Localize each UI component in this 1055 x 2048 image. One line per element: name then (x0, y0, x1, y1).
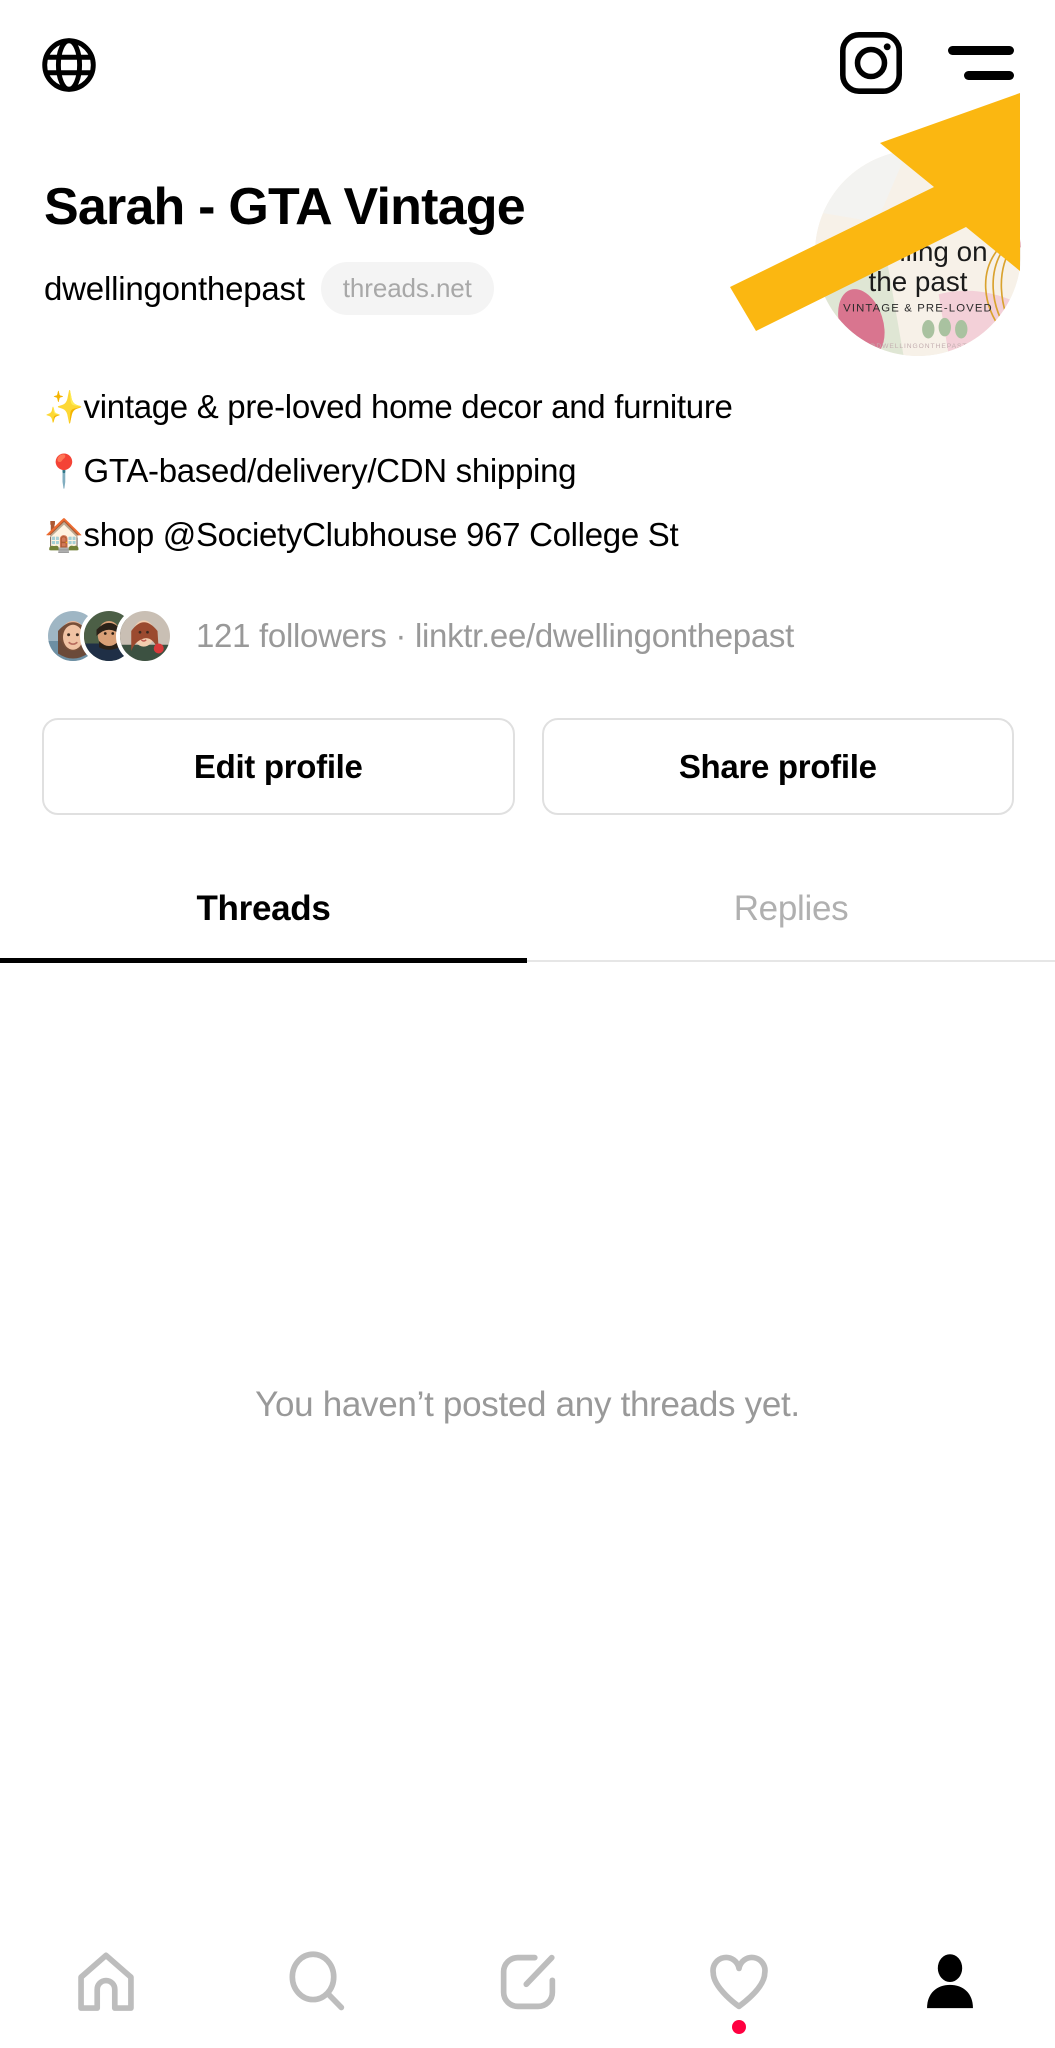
top-bar (0, 0, 1055, 110)
bio-line: ✨vintage & pre-loved home decor and furn… (44, 375, 1004, 439)
followers-label[interactable]: 121 followers · linktr.ee/dwellingonthep… (196, 617, 794, 655)
person-icon (916, 1948, 984, 2021)
share-profile-button[interactable]: Share profile (541, 718, 1014, 815)
edit-profile-button[interactable]: Edit profile (42, 718, 515, 815)
nav-compose[interactable] (422, 1944, 633, 2048)
active-tab-indicator (0, 958, 527, 963)
follower-avatar-stack[interactable] (44, 605, 174, 667)
svg-text:@DWELLINGONTHEPAST: @DWELLINGONTHEPAST (869, 343, 968, 350)
bio-line-text: vintage & pre-loved home decor and furni… (83, 388, 733, 425)
compose-icon (494, 1948, 562, 2021)
bio-line: 📍GTA-based/delivery/CDN shipping (44, 439, 1004, 503)
bio-line-text: GTA-based/delivery/CDN shipping (83, 452, 577, 489)
follower-avatar (116, 607, 174, 665)
hamburger-menu-icon[interactable] (940, 22, 1030, 104)
page-title: Sarah - GTA Vintage (44, 178, 526, 236)
empty-state-message: You haven’t posted any threads yet. (255, 1385, 800, 1424)
sparkles-emoji: ✨ (44, 388, 84, 426)
profile-tabs: Threads Replies (0, 855, 1055, 965)
threads-profile-screen: Sarah - GTA Vintage dwellingonthepast th… (0, 0, 1055, 2048)
nav-activity[interactable] (633, 1944, 844, 2048)
handle-row: dwellingonthepast threads.net (44, 262, 494, 315)
svg-text:the past: the past (869, 266, 968, 297)
tab-divider (527, 960, 1055, 962)
house-emoji: 🏠 (44, 516, 84, 554)
bottom-navigation (0, 1930, 1055, 2048)
round-pushpin-emoji: 📍 (44, 452, 84, 490)
heart-icon (705, 1948, 773, 2021)
bio-line: 🏠shop @SocietyClubhouse 967 College St (44, 503, 1004, 567)
avatar[interactable]: dwelling on the past VINTAGE & PRE-LOVED… (815, 150, 1021, 356)
nav-search[interactable] (211, 1944, 422, 2048)
profile-actions: Edit profile Share profile (42, 718, 1014, 815)
tab-replies[interactable]: Replies (527, 855, 1055, 963)
svg-text:dwelling on: dwelling on (848, 236, 987, 267)
domain-badge[interactable]: threads.net (320, 262, 494, 315)
instagram-icon[interactable] (830, 22, 912, 104)
tab-threads[interactable]: Threads (0, 855, 527, 963)
profile-handle: dwellingonthepast (44, 269, 305, 307)
bio-line-text: shop @SocietyClubhouse 967 College St (83, 516, 679, 553)
profile-bio: ✨vintage & pre-loved home decor and furn… (44, 375, 1004, 567)
followers-row[interactable]: 121 followers · linktr.ee/dwellingonthep… (44, 605, 794, 667)
svg-text:VINTAGE & PRE-LOVED: VINTAGE & PRE-LOVED (843, 303, 993, 315)
menu-line-top (948, 46, 1014, 55)
nav-profile[interactable] (844, 1944, 1055, 2048)
menu-line-bottom (964, 71, 1014, 80)
search-icon (283, 1948, 351, 2021)
home-icon (72, 1948, 140, 2021)
activity-badge (731, 2020, 746, 2034)
nav-home[interactable] (0, 1944, 211, 2048)
globe-icon[interactable] (30, 26, 108, 104)
